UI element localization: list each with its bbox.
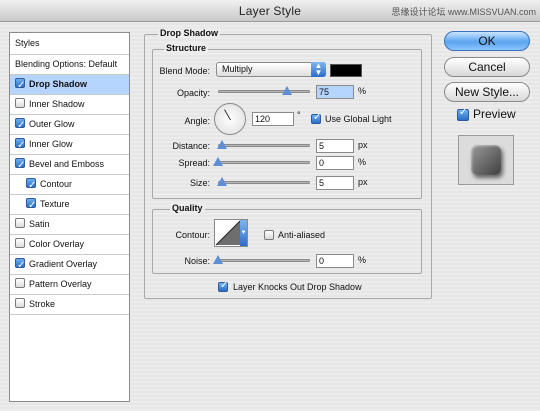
preview-swatch-image bbox=[471, 145, 501, 175]
style-item-label: Texture bbox=[40, 199, 70, 209]
blending-options-item[interactable]: Blending Options: Default bbox=[10, 55, 129, 75]
preview-checkbox[interactable] bbox=[457, 107, 469, 121]
size-slider[interactable] bbox=[218, 181, 310, 184]
noise-label: Noise: bbox=[184, 256, 210, 266]
distance-label: Distance: bbox=[172, 141, 210, 151]
styles-list: Styles Blending Options: Default Drop Sh… bbox=[9, 32, 130, 402]
blend-mode-select[interactable]: Multiply ▲ ▼ bbox=[216, 62, 326, 77]
style-item-stroke[interactable]: Stroke bbox=[10, 295, 129, 315]
style-item-label: Inner Glow bbox=[29, 139, 73, 149]
preview-thumbnail bbox=[458, 135, 514, 185]
style-item-bevel-and-emboss[interactable]: Bevel and Emboss bbox=[10, 155, 129, 175]
style-item-label: Outer Glow bbox=[29, 119, 75, 129]
window-title: Layer Style bbox=[238, 4, 302, 18]
style-item-label: Stroke bbox=[29, 299, 56, 309]
spread-input[interactable]: 0 bbox=[316, 156, 354, 170]
distance-slider[interactable] bbox=[218, 144, 310, 147]
style-item-color-overlay[interactable]: Color Overlay bbox=[10, 235, 129, 255]
contour-curve-icon bbox=[215, 220, 241, 246]
style-item-checkbox[interactable] bbox=[15, 136, 25, 155]
structure-title: Structure bbox=[164, 43, 209, 53]
noise-slider[interactable] bbox=[218, 259, 310, 262]
style-item-checkbox[interactable] bbox=[15, 256, 25, 275]
spread-slider-thumb[interactable] bbox=[213, 157, 223, 166]
noise-input[interactable]: 0 bbox=[316, 254, 354, 268]
angle-input[interactable]: 120 bbox=[252, 112, 294, 126]
style-item-checkbox[interactable] bbox=[15, 76, 25, 95]
opacity-input[interactable]: 75 bbox=[316, 85, 354, 99]
style-item-checkbox[interactable] bbox=[15, 218, 25, 228]
contour-label: Contour: bbox=[175, 230, 210, 240]
title-bar[interactable]: Layer Style 思缘设计论坛 www.MISSVUAN.com bbox=[0, 0, 540, 22]
spread-label: Spread: bbox=[178, 158, 210, 168]
style-item-checkbox[interactable] bbox=[15, 156, 25, 175]
opacity-slider-thumb[interactable] bbox=[282, 86, 292, 95]
style-item-checkbox[interactable] bbox=[15, 298, 25, 308]
style-item-label: Pattern Overlay bbox=[29, 279, 92, 289]
layer-knocks-out-checkbox[interactable] bbox=[218, 280, 228, 292]
style-item-label: Inner Shadow bbox=[29, 99, 85, 109]
style-item-label: Satin bbox=[29, 219, 50, 229]
opacity-slider[interactable] bbox=[218, 90, 310, 93]
style-item-inner-shadow[interactable]: Inner Shadow bbox=[10, 95, 129, 115]
shadow-color-swatch[interactable] bbox=[330, 64, 362, 77]
style-item-texture[interactable]: Texture bbox=[10, 195, 129, 215]
noise-unit: % bbox=[358, 255, 367, 265]
opacity-label: Opacity: bbox=[176, 88, 210, 98]
new-style-button[interactable]: New Style... bbox=[444, 82, 530, 102]
anti-aliased-label: Anti-aliased bbox=[278, 230, 326, 240]
style-item-checkbox[interactable] bbox=[15, 116, 25, 135]
spread-slider[interactable] bbox=[218, 161, 310, 164]
drop-shadow-title: Drop Shadow bbox=[158, 28, 220, 38]
style-item-outer-glow[interactable]: Outer Glow bbox=[10, 115, 129, 135]
blend-mode-label: Blend Mode: bbox=[159, 66, 210, 76]
angle-dial-needle bbox=[224, 109, 231, 121]
size-label: Size: bbox=[189, 178, 210, 188]
style-item-label: Bevel and Emboss bbox=[29, 159, 105, 169]
layer-knocks-out-label: Layer Knocks Out Drop Shadow bbox=[233, 282, 362, 292]
size-unit: px bbox=[358, 177, 368, 187]
dialog-body: Styles Blending Options: Default Drop Sh… bbox=[0, 22, 540, 411]
style-item-checkbox[interactable] bbox=[15, 238, 25, 248]
style-item-gradient-overlay[interactable]: Gradient Overlay bbox=[10, 255, 129, 275]
use-global-light-checkbox[interactable] bbox=[311, 112, 321, 124]
style-item-contour[interactable]: Contour bbox=[10, 175, 129, 195]
select-arrows-icon: ▲ ▼ bbox=[311, 62, 326, 77]
use-global-light-label: Use Global Light bbox=[325, 114, 392, 124]
noise-slider-thumb[interactable] bbox=[213, 255, 223, 264]
style-item-label: Contour bbox=[40, 179, 73, 189]
style-item-label: Drop Shadow bbox=[29, 79, 87, 89]
size-input[interactable]: 5 bbox=[316, 176, 354, 190]
style-item-label: Gradient Overlay bbox=[29, 259, 98, 269]
style-item-inner-glow[interactable]: Inner Glow bbox=[10, 135, 129, 155]
distance-slider-thumb[interactable] bbox=[217, 140, 227, 149]
blend-mode-value: Multiply bbox=[222, 64, 253, 74]
distance-input[interactable]: 5 bbox=[316, 139, 354, 153]
style-item-label: Color Overlay bbox=[29, 239, 85, 249]
style-item-pattern-overlay[interactable]: Pattern Overlay bbox=[10, 275, 129, 295]
opacity-unit: % bbox=[358, 86, 367, 96]
style-item-checkbox[interactable] bbox=[26, 196, 36, 215]
style-item-satin[interactable]: Satin bbox=[10, 215, 129, 235]
angle-unit: ° bbox=[297, 110, 301, 120]
spread-unit: % bbox=[358, 157, 367, 167]
watermark-text: 思缘设计论坛 www.MISSVUAN.com bbox=[391, 7, 536, 17]
ok-button[interactable]: OK bbox=[444, 31, 530, 51]
quality-title: Quality bbox=[170, 203, 205, 213]
style-item-drop-shadow[interactable]: Drop Shadow bbox=[10, 75, 129, 95]
contour-dropdown-arrow-icon[interactable]: ▼ bbox=[240, 220, 247, 246]
preview-label: Preview bbox=[473, 107, 516, 121]
distance-unit: px bbox=[358, 140, 368, 150]
size-slider-thumb[interactable] bbox=[217, 177, 227, 186]
contour-picker[interactable]: ▼ bbox=[214, 219, 248, 247]
style-item-checkbox[interactable] bbox=[26, 176, 36, 195]
angle-dial[interactable] bbox=[214, 103, 246, 135]
cancel-button[interactable]: Cancel bbox=[444, 57, 530, 77]
angle-label: Angle: bbox=[184, 116, 210, 126]
style-item-checkbox[interactable] bbox=[15, 278, 25, 288]
style-item-checkbox[interactable] bbox=[15, 98, 25, 108]
styles-header[interactable]: Styles bbox=[10, 33, 129, 55]
anti-aliased-checkbox[interactable] bbox=[264, 230, 274, 240]
